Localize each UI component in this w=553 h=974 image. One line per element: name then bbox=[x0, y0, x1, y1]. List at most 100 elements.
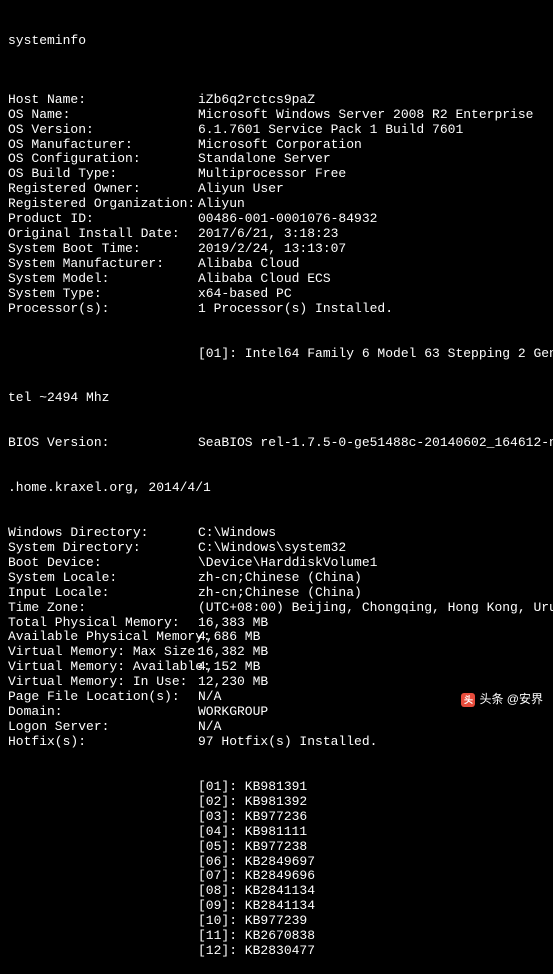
info-value: Multiprocessor Free bbox=[198, 167, 545, 182]
info-value: Microsoft Windows Server 2008 R2 Enterpr… bbox=[198, 108, 545, 123]
info-row: Hotfix(s):97 Hotfix(s) Installed. bbox=[8, 735, 545, 750]
info-value: 97 Hotfix(s) Installed. bbox=[198, 735, 545, 750]
info-block-1: Host Name:iZb6q2rctcs9paZOS Name:Microso… bbox=[8, 93, 545, 317]
hotfix-item: [11]: KB2670838 bbox=[8, 929, 545, 944]
info-label: Boot Device: bbox=[8, 556, 198, 571]
info-row: Available Physical Memory:4,686 MB bbox=[8, 630, 545, 645]
info-value: Aliyun User bbox=[198, 182, 545, 197]
info-value: 12,230 MB bbox=[198, 675, 545, 690]
info-label: Total Physical Memory: bbox=[8, 616, 198, 631]
info-label: System Boot Time: bbox=[8, 242, 198, 257]
info-label: Page File Location(s): bbox=[8, 690, 198, 705]
info-value: (UTC+08:00) Beijing, Chongqing, Hong Kon… bbox=[198, 601, 553, 616]
info-row: OS Build Type:Multiprocessor Free bbox=[8, 167, 545, 182]
hotfix-item: [08]: KB2841134 bbox=[8, 884, 545, 899]
info-value: 4,152 MB bbox=[198, 660, 545, 675]
info-label: System Directory: bbox=[8, 541, 198, 556]
hotfix-item: [06]: KB2849697 bbox=[8, 855, 545, 870]
info-value: Alibaba Cloud ECS bbox=[198, 272, 545, 287]
info-row: Registered Organization:Aliyun bbox=[8, 197, 545, 212]
hotfix-item: [05]: KB977238 bbox=[8, 840, 545, 855]
info-row: Host Name:iZb6q2rctcs9paZ bbox=[8, 93, 545, 108]
info-label: Virtual Memory: Max Size: bbox=[8, 645, 198, 660]
info-row: OS Manufacturer:Microsoft Corporation bbox=[8, 138, 545, 153]
bios-row: BIOS Version: SeaBIOS rel-1.7.5-0-ge5148… bbox=[8, 436, 545, 451]
info-value: C:\Windows\system32 bbox=[198, 541, 545, 556]
info-value: 16,382 MB bbox=[198, 645, 545, 660]
info-value: zh-cn;Chinese (China) bbox=[198, 571, 545, 586]
bios-value: SeaBIOS rel-1.7.5-0-ge51488c-20140602_16… bbox=[198, 436, 553, 451]
info-value: \Device\HarddiskVolume1 bbox=[198, 556, 545, 571]
info-label: Host Name: bbox=[8, 93, 198, 108]
info-value: Standalone Server bbox=[198, 152, 545, 167]
hotfix-item: [09]: KB2841134 bbox=[8, 899, 545, 914]
info-label: OS Build Type: bbox=[8, 167, 198, 182]
info-label: OS Name: bbox=[8, 108, 198, 123]
hotfix-item: [10]: KB977239 bbox=[8, 914, 545, 929]
command-line: systeminfo bbox=[8, 34, 545, 49]
hotfix-item: [03]: KB977236 bbox=[8, 810, 545, 825]
info-label: Hotfix(s): bbox=[8, 735, 198, 750]
bios-label: BIOS Version: bbox=[8, 436, 198, 451]
info-value: 6.1.7601 Service Pack 1 Build 7601 bbox=[198, 123, 545, 138]
info-row: Virtual Memory: In Use:12,230 MB bbox=[8, 675, 545, 690]
info-row: System Directory:C:\Windows\system32 bbox=[8, 541, 545, 556]
info-label: Product ID: bbox=[8, 212, 198, 227]
info-label: System Type: bbox=[8, 287, 198, 302]
info-label: Windows Directory: bbox=[8, 526, 198, 541]
info-row: System Manufacturer:Alibaba Cloud bbox=[8, 257, 545, 272]
info-label: Available Physical Memory: bbox=[8, 630, 198, 645]
info-value: Alibaba Cloud bbox=[198, 257, 545, 272]
info-row: Product ID:00486-001-0001076-84932 bbox=[8, 212, 545, 227]
info-label: Logon Server: bbox=[8, 720, 198, 735]
info-row: System Locale:zh-cn;Chinese (China) bbox=[8, 571, 545, 586]
bios-wrap: .home.kraxel.org, 2014/4/1 bbox=[8, 481, 545, 496]
info-row: OS Version:6.1.7601 Service Pack 1 Build… bbox=[8, 123, 545, 138]
info-value: C:\Windows bbox=[198, 526, 545, 541]
info-label: Domain: bbox=[8, 705, 198, 720]
hotfix-list: [01]: KB981391[02]: KB981392[03]: KB9772… bbox=[8, 780, 545, 959]
info-label: Time Zone: bbox=[8, 601, 198, 616]
info-row: Windows Directory:C:\Windows bbox=[8, 526, 545, 541]
info-row: Processor(s):1 Processor(s) Installed. bbox=[8, 302, 545, 317]
info-value: 4,686 MB bbox=[198, 630, 545, 645]
info-row: OS Configuration:Standalone Server bbox=[8, 152, 545, 167]
info-value: Aliyun bbox=[198, 197, 545, 212]
info-value: 2017/6/21, 3:18:23 bbox=[198, 227, 545, 242]
info-row: Total Physical Memory:16,383 MB bbox=[8, 616, 545, 631]
info-value: 00486-001-0001076-84932 bbox=[198, 212, 545, 227]
info-row: Virtual Memory: Max Size:16,382 MB bbox=[8, 645, 545, 660]
info-value: iZb6q2rctcs9paZ bbox=[198, 93, 545, 108]
info-label: Original Install Date: bbox=[8, 227, 198, 242]
info-row: System Boot Time:2019/2/24, 13:13:07 bbox=[8, 242, 545, 257]
info-row: Virtual Memory: Available:4,152 MB bbox=[8, 660, 545, 675]
info-label: Registered Organization: bbox=[8, 197, 198, 212]
info-value: 16,383 MB bbox=[198, 616, 545, 631]
terminal-output: systeminfo Host Name:iZb6q2rctcs9paZOS N… bbox=[8, 4, 545, 974]
info-row: Logon Server:N/A bbox=[8, 720, 545, 735]
info-row: Original Install Date:2017/6/21, 3:18:23 bbox=[8, 227, 545, 242]
info-row: Input Locale:zh-cn;Chinese (China) bbox=[8, 586, 545, 601]
info-value: zh-cn;Chinese (China) bbox=[198, 586, 545, 601]
hotfix-item: [04]: KB981111 bbox=[8, 825, 545, 840]
hotfix-item: [02]: KB981392 bbox=[8, 795, 545, 810]
info-label: System Model: bbox=[8, 272, 198, 287]
info-value: 2019/2/24, 13:13:07 bbox=[198, 242, 545, 257]
info-label: OS Manufacturer: bbox=[8, 138, 198, 153]
info-value: x64-based PC bbox=[198, 287, 545, 302]
watermark-icon: 头 bbox=[461, 693, 475, 707]
watermark: 头 头条 @安界 bbox=[457, 691, 547, 709]
hotfix-item: [07]: KB2849696 bbox=[8, 869, 545, 884]
info-row: Boot Device:\Device\HarddiskVolume1 bbox=[8, 556, 545, 571]
info-value: Microsoft Corporation bbox=[198, 138, 545, 153]
info-label: Processor(s): bbox=[8, 302, 198, 317]
info-block-2: Windows Directory:C:\WindowsSystem Direc… bbox=[8, 526, 545, 750]
info-row: OS Name:Microsoft Windows Server 2008 R2… bbox=[8, 108, 545, 123]
info-label: System Manufacturer: bbox=[8, 257, 198, 272]
watermark-text: 头条 @安界 bbox=[479, 693, 543, 707]
hotfix-item: [01]: KB981391 bbox=[8, 780, 545, 795]
info-row: System Type:x64-based PC bbox=[8, 287, 545, 302]
info-label: OS Version: bbox=[8, 123, 198, 138]
info-label: Registered Owner: bbox=[8, 182, 198, 197]
info-label: Virtual Memory: Available: bbox=[8, 660, 198, 675]
